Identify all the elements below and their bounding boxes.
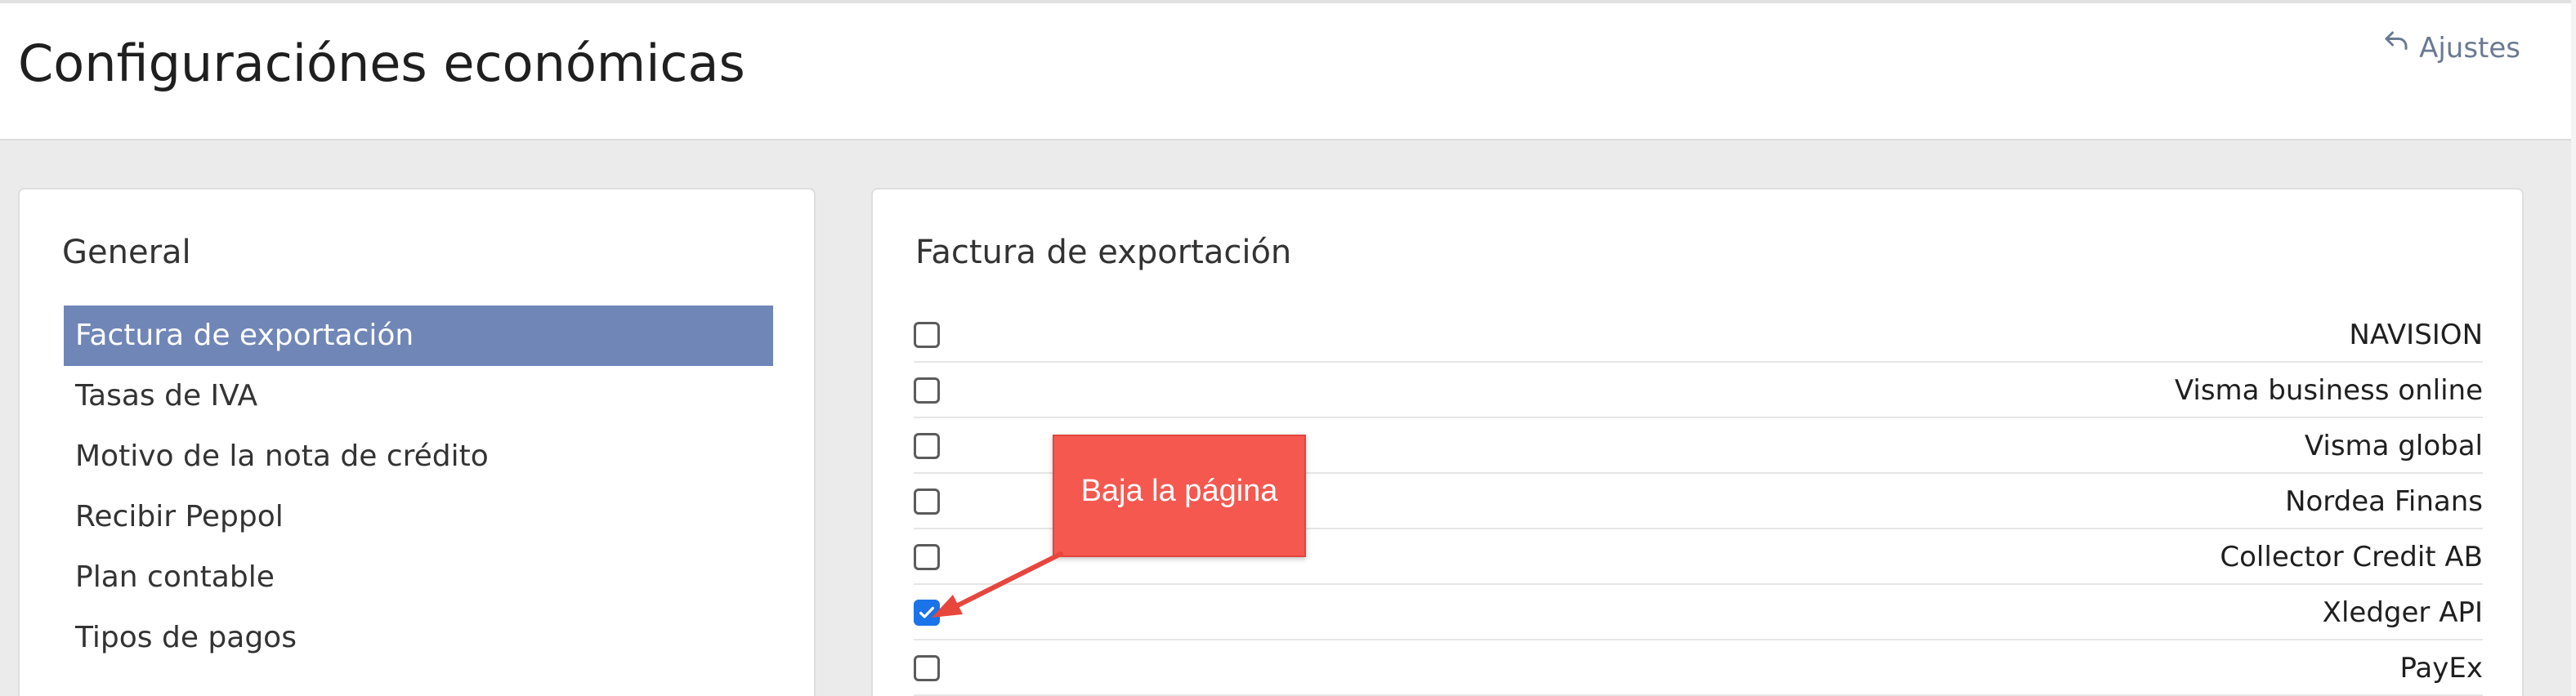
general-panel: General Factura de exportación Tasas de …	[18, 188, 816, 696]
export-option-label: NAVISION	[2349, 319, 2483, 351]
nav-item-payment-types[interactable]: Tipos de pagos	[64, 608, 773, 668]
export-option-label: Visma business online	[2174, 374, 2483, 407]
nav-item-credit-note-reason[interactable]: Motivo de la nota de crédito	[64, 426, 773, 487]
page-title: Configuraciónes económicas	[18, 33, 745, 93]
nav-item-export-invoice[interactable]: Factura de exportación	[64, 306, 773, 366]
scrollbar-track[interactable]	[2571, 0, 2576, 696]
page-header: Configuraciónes económicas Ajustes	[0, 0, 2571, 141]
settings-link-label: Ajustes	[2419, 32, 2520, 65]
export-option-label: Visma global	[2304, 430, 2483, 462]
general-panel-title: General	[62, 234, 191, 271]
export-option-row: Visma business online	[914, 363, 2483, 418]
visma-global-checkbox[interactable]	[914, 433, 940, 459]
nav-item-chart-of-accounts[interactable]: Plan contable	[64, 547, 773, 608]
visma-business-online-checkbox[interactable]	[914, 377, 940, 404]
export-option-row: NAVISION	[914, 307, 2483, 363]
export-option-label: Collector Credit AB	[2220, 541, 2483, 573]
settings-nav: Factura de exportación Tasas de IVA Moti…	[64, 306, 773, 668]
export-option-label: Nordea Finans	[2285, 485, 2483, 518]
export-option-label: Xledger API	[2322, 596, 2483, 629]
nav-item-vat-rates[interactable]: Tasas de IVA	[64, 366, 773, 426]
payex-checkbox[interactable]	[914, 655, 940, 681]
page: Configuraciónes económicas Ajustes Gener…	[0, 0, 2576, 696]
export-option-label: PayEx	[2399, 652, 2483, 685]
reply-arrow-icon	[2381, 28, 2411, 69]
settings-link[interactable]: Ajustes	[2381, 28, 2520, 69]
nav-item-receive-peppol[interactable]: Recibir Peppol	[64, 487, 773, 547]
nordea-finans-checkbox[interactable]	[914, 489, 940, 515]
annotation-callout: Baja la página	[1053, 435, 1306, 557]
navision-checkbox[interactable]	[914, 322, 940, 348]
annotation-text: Baja la página	[1080, 474, 1278, 508]
export-option-row: PayEx	[914, 640, 2483, 696]
export-option-row: Xledger API	[914, 585, 2483, 640]
export-invoice-title: Factura de exportación	[915, 234, 1292, 271]
annotation-arrow-icon	[932, 551, 1063, 618]
